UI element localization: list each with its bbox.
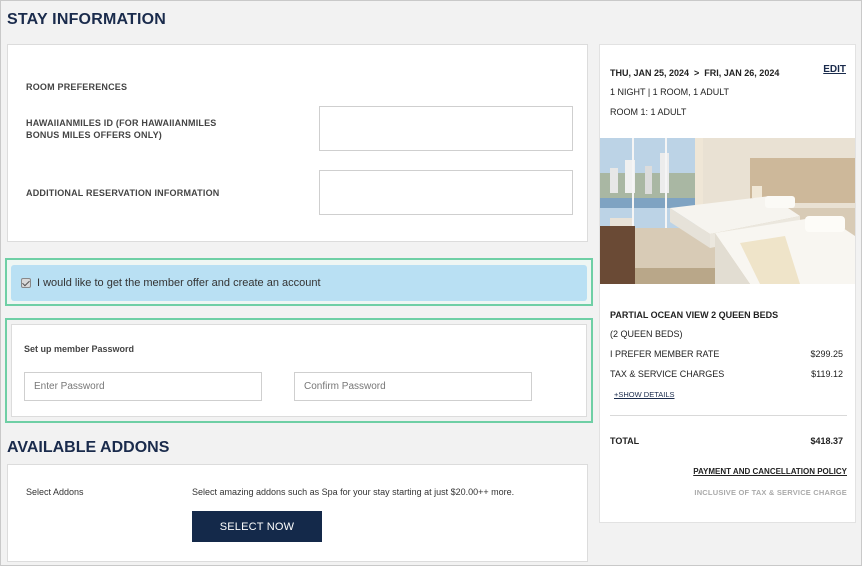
password-section-label: Set up member Password (24, 344, 135, 354)
confirm-password-input[interactable] (294, 372, 532, 401)
member-offer-label: I would like to get the member offer and… (37, 277, 321, 289)
additional-info-input[interactable] (319, 170, 573, 215)
enter-password-input[interactable] (24, 372, 262, 401)
stay-summary-line: 1 NIGHT | 1 ROOM, 1 ADULT (610, 87, 730, 97)
rate-value: $299.25 (810, 349, 843, 359)
additional-info-label: ADDITIONAL RESERVATION INFORMATION (26, 188, 220, 198)
rate-row: I PREFER MEMBER RATE $299.25 (610, 349, 843, 359)
room-preferences-label: ROOM PREFERENCES (26, 82, 128, 92)
member-password-section: Set up member Password (5, 318, 593, 423)
addons-description: Select amazing addons such as Spa for yo… (192, 487, 515, 497)
total-value: $418.37 (810, 436, 843, 446)
select-addons-label: Select Addons (26, 487, 84, 497)
member-offer-checkbox[interactable] (21, 278, 31, 288)
total-row: TOTAL $418.37 (610, 436, 843, 446)
hawaiianmiles-id-input[interactable] (319, 106, 573, 151)
select-now-button[interactable]: SELECT NOW (192, 511, 322, 542)
room-occupancy-line: ROOM 1: 1 ADULT (610, 107, 687, 117)
inclusive-tax-note: INCLUSIVE OF TAX & SERVICE CHARGE (694, 488, 847, 497)
hawaiianmiles-label: HAWAIIANMILES ID (FOR HAWAIIANMILES BONU… (26, 118, 217, 140)
room-photo (600, 138, 855, 284)
payment-cancellation-policy-link[interactable]: PAYMENT AND CANCELLATION POLICY (693, 467, 847, 476)
booking-summary-panel: THU, JAN 25, 2024 > FRI, JAN 26, 2024 ED… (599, 44, 856, 523)
room-title: PARTIAL OCEAN VIEW 2 QUEEN BEDS (610, 310, 779, 320)
total-label: TOTAL (610, 436, 640, 446)
member-offer-checkbox-row[interactable]: I would like to get the member offer and… (11, 265, 587, 301)
stay-information-heading: STAY INFORMATION (7, 11, 167, 28)
summary-divider (610, 415, 847, 416)
show-details-link[interactable]: +SHOW DETAILS (614, 390, 675, 399)
member-offer-section: I would like to get the member offer and… (5, 258, 593, 306)
tax-label: TAX & SERVICE CHARGES (610, 369, 725, 379)
rate-label: I PREFER MEMBER RATE (610, 349, 720, 359)
member-password-panel: Set up member Password (11, 324, 587, 417)
tax-value: $119.12 (811, 369, 843, 379)
addons-panel: Select Addons Select amazing addons such… (7, 464, 588, 562)
room-preferences-panel: ROOM PREFERENCES HAWAIIANMILES ID (FOR H… (7, 44, 588, 242)
stay-dates: THU, JAN 25, 2024 > FRI, JAN 26, 2024 (610, 68, 780, 78)
available-addons-heading: AVAILABLE ADDONS (7, 439, 170, 456)
tax-row: TAX & SERVICE CHARGES $119.12 (610, 369, 843, 379)
room-subtitle: (2 QUEEN BEDS) (610, 329, 683, 339)
edit-link[interactable]: EDIT (823, 64, 846, 75)
